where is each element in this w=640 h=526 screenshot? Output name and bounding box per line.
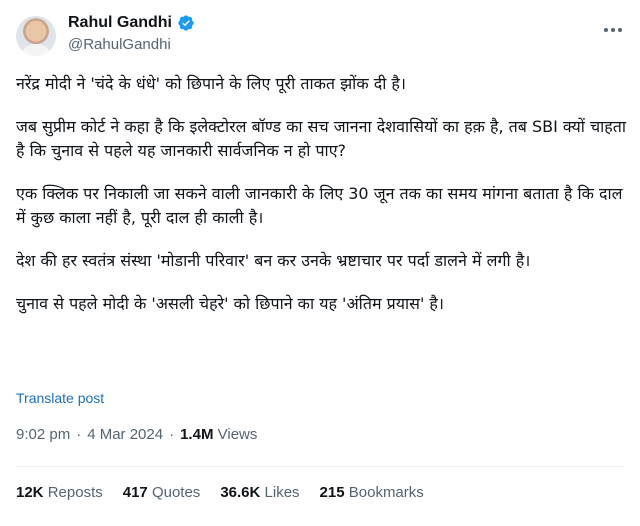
tweet-text: नरेंद्र मोदी ने 'चंदे के धंधे' को छिपाने… (16, 72, 628, 335)
views-label: Views (217, 426, 258, 443)
likes-count: 36.6K (220, 484, 261, 501)
bookmarks-stat[interactable]: 215 Bookmarks (320, 484, 424, 501)
quotes-label: Quotes (151, 484, 201, 501)
tweet-time[interactable]: 9:02 pm (16, 426, 70, 443)
views-count: 1.4M (180, 426, 214, 443)
author-display-name[interactable]: Rahul Gandhi (68, 14, 172, 32)
bookmarks-count: 215 (319, 484, 345, 501)
tweet-paragraph-2: जब सुप्रीम कोर्ट ने कहा है कि इलेक्टोरल … (16, 117, 627, 160)
quotes-count: 417 (122, 484, 148, 501)
reposts-stat[interactable]: 12K Reposts (16, 484, 103, 501)
tweet-paragraph-3: एक क्लिक पर निकाली जा सकने वाली जानकारी … (16, 184, 623, 227)
meta-separator: · (76, 426, 82, 443)
avatar[interactable] (16, 16, 56, 56)
tweet-card: Rahul Gandhi @RahulGandhi नरेंद्र मोदी न… (0, 0, 640, 526)
author-name-row: Rahul Gandhi (68, 14, 195, 32)
tweet-paragraph-4: देश की हर स्वतंत्र संस्था 'मोडानी परिवार… (16, 251, 531, 270)
more-options-icon[interactable] (600, 20, 626, 40)
reposts-count: 12K (16, 484, 44, 501)
tweet-paragraph-1: नरेंद्र मोदी ने 'चंदे के धंधे' को छिपाने… (16, 74, 406, 93)
meta-separator: · (169, 426, 175, 443)
engagement-stats: 12K Reposts 417 Quotes 36.6K Likes 215 B… (16, 484, 424, 501)
likes-label: Likes (264, 484, 300, 501)
tweet-meta: 9:02 pm · 4 Mar 2024 · 1.4M Views (16, 426, 257, 443)
tweet-paragraph-5: चुनाव से पहले मोदी के 'असली चेहरे' को छि… (16, 294, 444, 313)
likes-stat[interactable]: 36.6K Likes (220, 484, 299, 501)
reposts-label: Reposts (47, 484, 103, 501)
quotes-stat[interactable]: 417 Quotes (123, 484, 201, 501)
verified-badge-icon (178, 15, 194, 31)
author-handle[interactable]: @RahulGandhi (68, 36, 171, 53)
views[interactable]: 1.4M Views (180, 426, 257, 443)
divider (16, 466, 624, 467)
translate-post-link[interactable]: Translate post (16, 390, 104, 406)
tweet-date[interactable]: 4 Mar 2024 (87, 426, 163, 443)
bookmarks-label: Bookmarks (348, 484, 424, 501)
